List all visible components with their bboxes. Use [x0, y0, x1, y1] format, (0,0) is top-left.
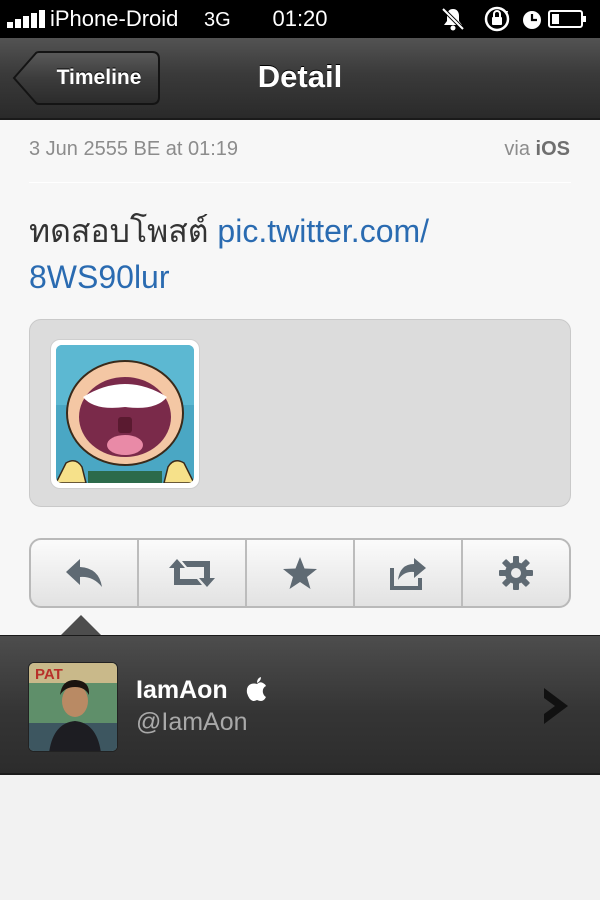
star-icon — [283, 557, 317, 589]
battery-icon — [548, 10, 586, 28]
tweet-link-part1: pic.twitter.com/ — [217, 213, 430, 249]
back-button-label: Timeline — [56, 66, 142, 89]
via-label: via — [504, 138, 530, 160]
media-container — [29, 319, 571, 507]
retweet-icon — [169, 559, 215, 587]
tweet-source: via iOS — [504, 138, 570, 161]
tweet-link-part2: 8WS90lur — [29, 259, 170, 295]
avatar[interactable]: PAT — [28, 662, 118, 752]
profile-row[interactable]: PAT IamAon @IamAon — [0, 635, 600, 775]
bell-muted-icon — [441, 7, 465, 31]
tweet-date: 3 Jun 2555 BE at 01:19 — [29, 138, 239, 160]
navigation-bar: Timeline Detail — [0, 38, 600, 120]
reply-button[interactable] — [31, 540, 139, 606]
reply-icon — [66, 559, 102, 587]
alarm-clock-icon — [523, 11, 541, 29]
status-bar: iPhone-Droid 3G 01:20 — [0, 0, 600, 38]
profile-pointer — [60, 615, 102, 636]
settings-button[interactable] — [463, 540, 569, 606]
tweet-body: ทดสอบโพสต์ — [29, 213, 209, 249]
media-thumbnail[interactable] — [50, 339, 200, 489]
avatar-photo: PAT — [29, 663, 117, 751]
retweet-button[interactable] — [139, 540, 247, 606]
tweet-action-bar — [29, 538, 571, 608]
rotation-lock-icon — [484, 6, 510, 32]
chevron-right-icon — [544, 688, 568, 724]
cartoon-face-icon — [56, 345, 194, 483]
share-icon — [390, 558, 426, 590]
avatar-sign-text: PAT — [35, 666, 63, 683]
tweet-detail: 3 Jun 2555 BE at 01:19 via iOS ทดสอบโพสต… — [0, 120, 600, 635]
favorite-button[interactable] — [247, 540, 355, 606]
share-button[interactable] — [355, 540, 463, 606]
empty-area — [0, 777, 600, 900]
apple-logo-icon — [246, 677, 266, 701]
page-title: Detail — [257, 59, 343, 94]
via-source: iOS — [535, 138, 570, 160]
divider — [29, 182, 571, 183]
back-button[interactable]: Timeline — [12, 51, 160, 105]
tweet-text: ทดสอบโพสต์ pic.twitter.com/8WS90lur — [29, 208, 570, 300]
profile-name: IamAon — [136, 676, 228, 704]
status-icons — [440, 6, 590, 32]
profile-handle: @IamAon — [136, 708, 248, 736]
gear-icon — [499, 556, 533, 590]
